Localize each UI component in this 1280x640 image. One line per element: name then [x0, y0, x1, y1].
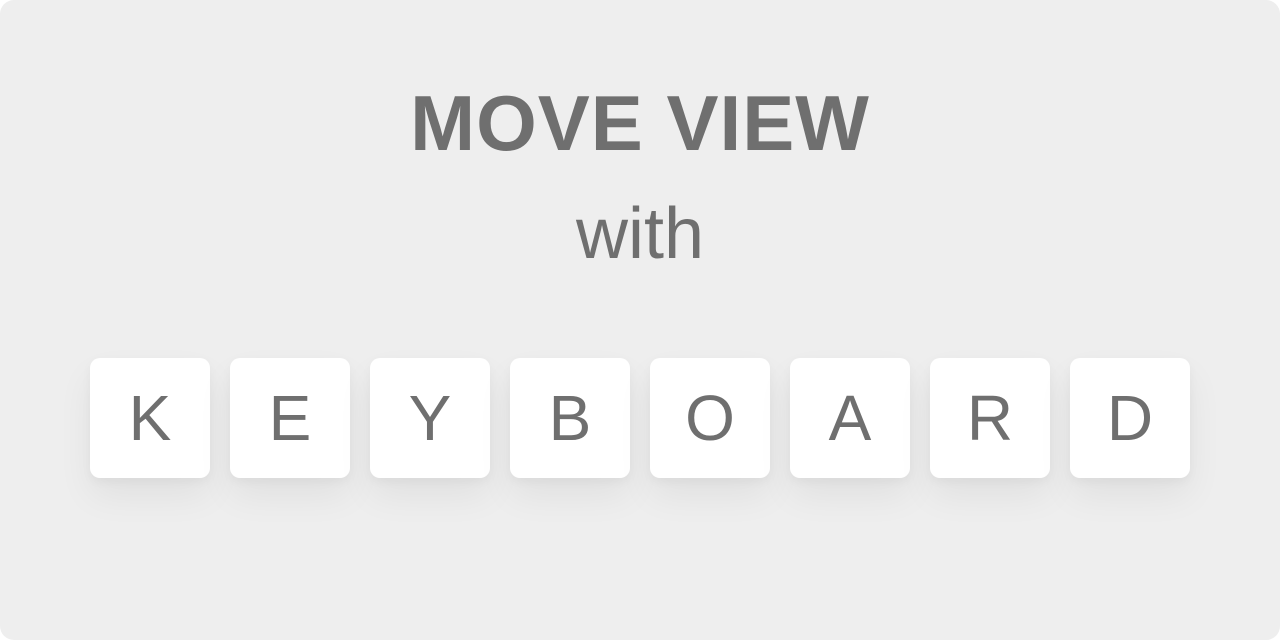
subtitle: with [575, 194, 705, 274]
key-b: B [510, 358, 630, 478]
key-label: E [268, 382, 312, 454]
key-label: R [966, 382, 1014, 454]
key-k: K [90, 358, 210, 478]
key-r: R [930, 358, 1050, 478]
key-label: A [828, 382, 872, 454]
key-label: K [128, 382, 172, 454]
key-o: O [650, 358, 770, 478]
key-e: E [230, 358, 350, 478]
key-label: D [1106, 382, 1154, 454]
key-label: Y [408, 382, 452, 454]
key-y: Y [370, 358, 490, 478]
key-d: D [1070, 358, 1190, 478]
keyboard-keys: K E Y B O A R D [90, 358, 1190, 478]
page-title: MOVE VIEW [410, 79, 870, 167]
key-label: B [548, 382, 592, 454]
keyboard-hint-card: MOVE VIEW with K E Y B O A R D [0, 0, 1280, 640]
key-a: A [790, 358, 910, 478]
key-label: O [685, 382, 735, 454]
